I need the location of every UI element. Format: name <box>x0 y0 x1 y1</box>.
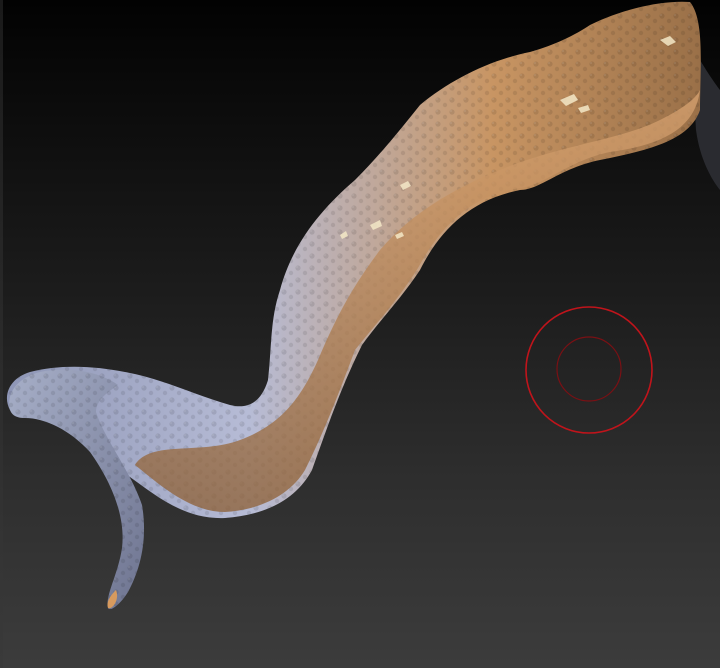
tentacle-mesh <box>6 1 701 519</box>
sculpt-viewport[interactable] <box>0 0 720 668</box>
viewport-canvas[interactable] <box>0 0 720 668</box>
brush-outer-radius-icon <box>525 306 653 434</box>
brush-inner-radius-icon <box>556 336 622 402</box>
